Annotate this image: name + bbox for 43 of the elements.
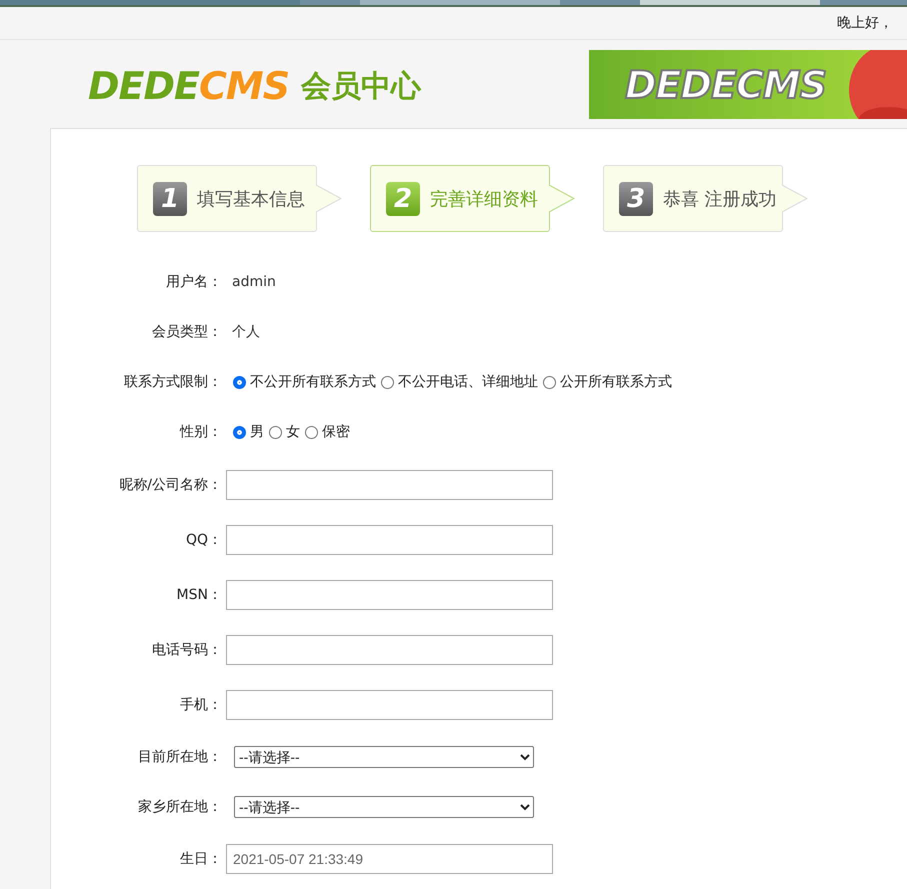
field-label: 会员类型：	[151, 323, 222, 341]
banner: DEDECMS	[589, 50, 907, 119]
step-number-icon: 1	[153, 182, 187, 216]
radio-button[interactable]	[543, 376, 556, 388]
field-label: 用户名：	[165, 273, 222, 291]
field-label: 性别：	[178, 423, 222, 441]
radio-button[interactable]	[233, 376, 246, 388]
field-label: QQ：	[184, 530, 222, 548]
step-label: 恭喜 注册成功	[663, 188, 777, 210]
option-label: 不公开所有联系方式	[250, 373, 376, 391]
input-field[interactable]	[226, 634, 553, 664]
field-value: admin	[232, 274, 276, 290]
field-value: 个人	[232, 323, 260, 341]
radio-button[interactable]	[381, 376, 394, 388]
field-label: MSN：	[176, 586, 222, 604]
step-number-icon: 3	[619, 182, 653, 216]
logo: DEDECMS 会员中心	[88, 64, 422, 108]
option-label: 不公开电话、详细地址	[398, 373, 538, 391]
field-label: 家乡所在地：	[137, 798, 222, 816]
input-field[interactable]	[226, 690, 553, 720]
field-label: 联系方式限制：	[123, 373, 222, 391]
input-field[interactable]	[226, 580, 553, 610]
step-number-icon: 2	[386, 182, 420, 216]
input-field[interactable]	[226, 524, 553, 554]
date-field[interactable]: 2021-05-07 21:33:49	[226, 844, 553, 874]
field-label: 昵称/公司名称：	[118, 476, 222, 494]
field-label: 生日：	[179, 850, 222, 868]
greeting-text: 晚上好，	[837, 14, 893, 32]
option-label: 女	[286, 423, 300, 441]
field-label: 目前所在地：	[137, 748, 222, 766]
option-label: 公开所有联系方式	[560, 373, 672, 391]
field-label: 电话号码：	[151, 640, 222, 658]
location-select[interactable]: --请选择--	[234, 746, 534, 768]
radio-button[interactable]	[233, 426, 246, 438]
step-label: 填写基本信息	[197, 188, 305, 210]
option-label: 男	[250, 423, 264, 441]
input-field[interactable]	[226, 470, 553, 500]
field-label: 手机：	[179, 696, 222, 714]
option-label: 保密	[322, 423, 350, 441]
radio-button[interactable]	[305, 426, 318, 438]
radio-button[interactable]	[269, 426, 282, 438]
location-select[interactable]: --请选择--	[234, 796, 534, 818]
step-label: 完善详细资料	[430, 188, 538, 210]
